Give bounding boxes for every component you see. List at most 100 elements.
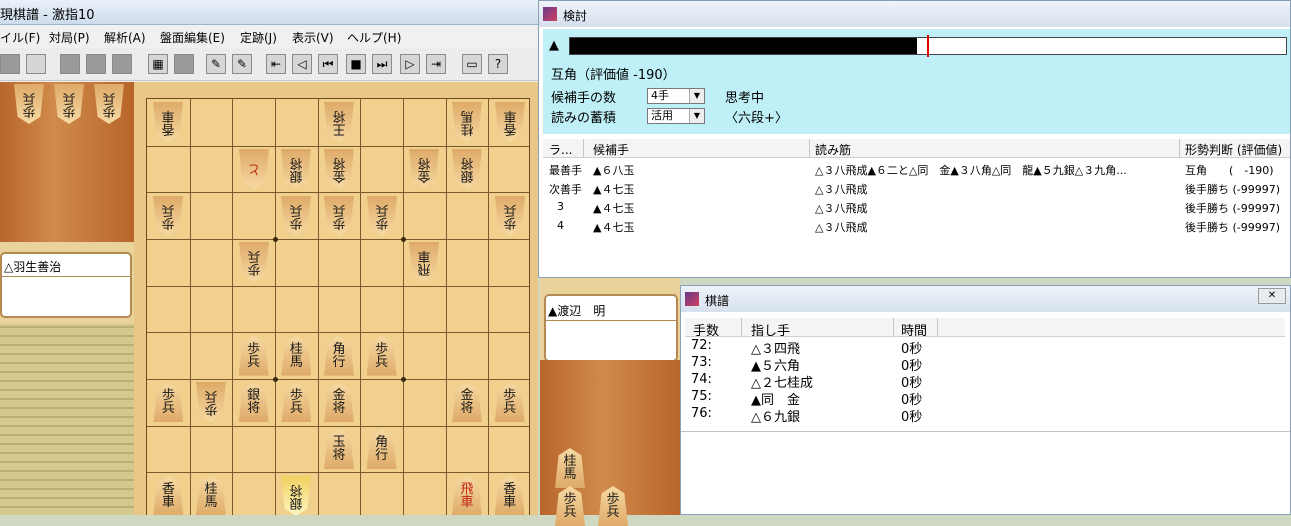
menu-analysis[interactable]: 解析(A) — [104, 29, 146, 46]
menu-joseki[interactable]: 定跡(J) — [240, 29, 277, 46]
gote-piece[interactable]: 桂馬 — [452, 102, 482, 142]
sente-hand-piece[interactable]: 歩兵 — [555, 486, 585, 526]
gote-hand-piece[interactable]: 歩兵 — [14, 84, 44, 124]
new-icon[interactable] — [0, 54, 20, 74]
kifu-row[interactable]: 74: △２七桂成 0秒 — [685, 372, 1285, 391]
gote-hand-piece[interactable]: 歩兵 — [94, 84, 124, 124]
last-move-icon[interactable]: ⇥ — [426, 54, 446, 74]
candidate-row[interactable]: 次善手 ▲４七玉 △３八飛成 後手勝ち (-99997) — [543, 178, 1290, 197]
forward-icon[interactable]: ▷ — [400, 54, 420, 74]
analysis-title-bar: 検討 — [539, 1, 1290, 27]
app-icon — [543, 7, 557, 21]
menu-bar: イル(F) 対局(P) 解析(A) 盤面編集(E) 定跡(J) 表示(V) ヘル… — [0, 26, 538, 46]
menu-game[interactable]: 対局(P) — [49, 29, 90, 46]
step-forward-icon[interactable]: ⏭ — [372, 54, 392, 74]
copy-icon[interactable] — [112, 54, 132, 74]
flip-icon[interactable] — [174, 54, 194, 74]
accumulation-select[interactable]: 活用 ▼ — [647, 108, 705, 124]
candidate-row[interactable]: 3 ▲４七玉 △３八飛成 後手勝ち (-99997) — [543, 197, 1290, 216]
kifu-row[interactable]: 76: △６九銀 0秒 — [685, 406, 1285, 425]
sente-piece[interactable]: 香車 — [494, 475, 525, 515]
edit-cancel-icon[interactable]: ✎ — [232, 54, 252, 74]
col-move[interactable]: 候補手 — [593, 141, 629, 158]
col-line[interactable]: 読み筋 — [815, 141, 851, 158]
shogi-board[interactable]: 香車王将桂馬香車と銀将金将金将銀将歩兵歩兵歩兵歩兵歩兵歩兵飛車歩兵桂馬角行歩兵歩… — [146, 98, 530, 515]
col-move-text[interactable]: 指し手 — [751, 320, 790, 339]
gote-piece[interactable]: 歩兵 — [196, 382, 226, 422]
gote-piece[interactable]: 銀将 — [281, 149, 311, 189]
chevron-down-icon: ▼ — [689, 89, 704, 103]
open-icon[interactable] — [26, 54, 46, 74]
sente-piece[interactable]: 歩兵 — [494, 382, 525, 423]
kifu-row[interactable]: 75: ▲同 金 0秒 — [685, 389, 1285, 408]
help-icon[interactable]: ? — [488, 54, 508, 74]
candidate-row[interactable]: 4 ▲４七玉 △３八飛成 後手勝ち (-99997) — [543, 216, 1290, 235]
candidate-judge: 後手勝ち (-99997) — [1185, 221, 1281, 234]
gote-piece[interactable]: 金将 — [409, 149, 439, 189]
sente-panel: ▲渡辺 明 — [540, 278, 680, 362]
gote-piece[interactable]: と — [239, 149, 269, 189]
sente-piece[interactable]: 金将 — [452, 382, 482, 423]
sente-piece[interactable]: 香車 — [153, 475, 184, 515]
kifu-table-header: 手数 指し手 時間 — [685, 318, 1285, 339]
sente-piece[interactable]: 角行 — [366, 429, 397, 469]
gote-piece[interactable]: 香車 — [153, 102, 183, 142]
gote-piece[interactable]: 歩兵 — [495, 196, 525, 236]
gote-piece[interactable]: 金将 — [324, 149, 354, 189]
gote-piece[interactable]: 飛車 — [409, 242, 439, 282]
sente-piece[interactable]: 歩兵 — [281, 382, 312, 423]
print-icon[interactable] — [86, 54, 106, 74]
sente-piece[interactable]: 銀将 — [238, 382, 269, 423]
candidate-judge: 互角 ( -190) — [1185, 164, 1274, 177]
sente-piece[interactable]: 歩兵 — [153, 382, 184, 423]
menu-help[interactable]: ヘルプ(H) — [347, 29, 401, 46]
gote-hand-piece[interactable]: 歩兵 — [54, 84, 84, 124]
gote-piece[interactable]: 香車 — [495, 102, 525, 142]
kifu-row[interactable]: 73: ▲５六角 0秒 — [685, 355, 1285, 374]
sente-piece[interactable]: 桂馬 — [196, 475, 226, 515]
sente-hand-piece[interactable]: 歩兵 — [598, 486, 628, 526]
evaluation-bar — [569, 35, 1287, 57]
candidates-select[interactable]: 4手 ▼ — [647, 88, 705, 104]
col-move-number[interactable]: 手数 — [693, 320, 719, 339]
gote-piece[interactable]: 歩兵 — [153, 196, 183, 236]
col-time[interactable]: 時間 — [901, 320, 927, 339]
candidates-table-header: ラ... 候補手 読み筋 形勢判断 (評価値) — [543, 139, 1290, 158]
menu-view[interactable]: 表示(V) — [292, 29, 334, 46]
save-icon[interactable] — [60, 54, 80, 74]
sente-piece[interactable]: 金将 — [324, 382, 354, 423]
monitor-icon[interactable]: ▭ — [462, 54, 482, 74]
menu-board-edit[interactable]: 盤面編集(E) — [160, 29, 225, 46]
stop-icon[interactable]: ■ — [346, 54, 366, 74]
edit-icon[interactable]: ✎ — [206, 54, 226, 74]
gote-piece[interactable]: 歩兵 — [239, 242, 269, 282]
back-icon[interactable]: ◁ — [292, 54, 312, 74]
col-judgement[interactable]: 形勢判断 (評価値) — [1185, 141, 1282, 158]
sente-hand-stand: 桂馬歩兵歩兵 — [540, 360, 680, 526]
sente-piece[interactable]: 飛車 — [452, 475, 482, 515]
gote-piece[interactable]: 歩兵 — [324, 196, 354, 236]
kifu-row[interactable]: 72: △３四飛 0秒 — [685, 338, 1285, 357]
col-rank[interactable]: ラ... — [549, 141, 572, 158]
sente-piece[interactable]: 玉将 — [324, 429, 354, 469]
close-icon[interactable]: ✕ — [1258, 288, 1286, 304]
step-back-icon[interactable]: ⏮ — [318, 54, 338, 74]
sente-piece[interactable]: 歩兵 — [366, 335, 397, 376]
kifu-title: 棋譜 — [705, 294, 730, 308]
sente-piece[interactable]: 桂馬 — [281, 335, 312, 376]
sente-piece[interactable]: 角行 — [324, 335, 354, 376]
candidate-line: △３八飛成▲６二と△同 金▲３八角△同 龍▲５九銀△３九角... — [815, 164, 1127, 177]
sente-hand-piece[interactable]: 桂馬 — [555, 448, 585, 488]
board-icon[interactable]: ▦ — [148, 54, 168, 74]
analysis-summary: ▲ 互角（評価値 -190） 候補手の数 4手 ▼ 思考中 読みの蓄積 活用 ▼… — [543, 29, 1290, 134]
gote-piece[interactable]: 歩兵 — [281, 196, 311, 236]
gote-piece[interactable]: 歩兵 — [367, 196, 397, 236]
gote-piece[interactable]: 銀将 — [281, 476, 311, 515]
main-title-bar: 現棋譜 - 激指10 — [0, 0, 538, 25]
gote-piece[interactable]: 王将 — [324, 102, 354, 142]
gote-piece[interactable]: 銀将 — [452, 149, 482, 189]
first-move-icon[interactable]: ⇤ — [266, 54, 286, 74]
candidate-row[interactable]: 最善手 ▲６八玉 △３八飛成▲６二と△同 金▲３八角△同 龍▲５九銀△３九角... 互… — [543, 159, 1290, 178]
menu-file[interactable]: イル(F) — [0, 29, 40, 46]
sente-piece[interactable]: 歩兵 — [238, 335, 269, 376]
